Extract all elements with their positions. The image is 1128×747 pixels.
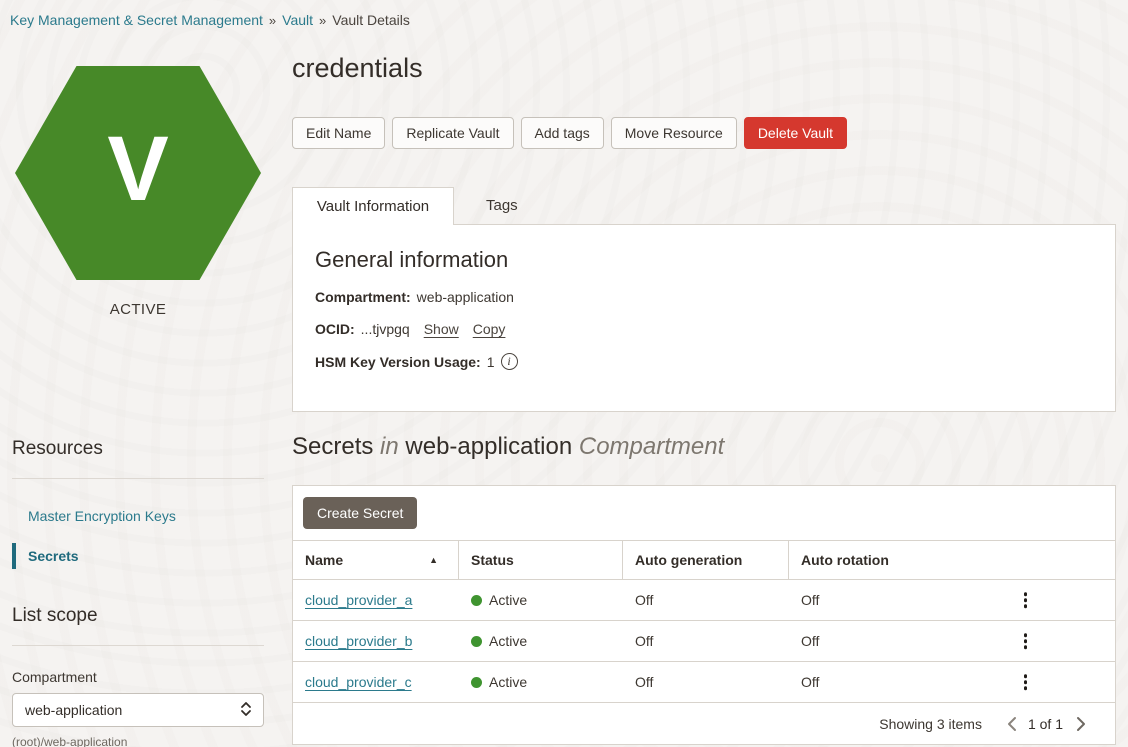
- move-resource-button[interactable]: Move Resource: [611, 117, 737, 149]
- status-active-dot-icon: [471, 595, 482, 606]
- info-icon[interactable]: i: [501, 353, 518, 370]
- status-text: Active: [489, 592, 527, 608]
- ocid-show-link[interactable]: Show: [424, 321, 459, 337]
- table-row: cloud_provider_c Active Off Off: [293, 662, 1115, 703]
- column-header-auto-rotation: Auto rotation: [789, 541, 1115, 579]
- delete-vault-button[interactable]: Delete Vault: [744, 117, 847, 149]
- secret-name-link[interactable]: cloud_provider_b: [305, 633, 412, 649]
- create-secret-button[interactable]: Create Secret: [303, 497, 417, 529]
- auto-rotation-value: Off: [789, 633, 1115, 649]
- breadcrumb-separator: »: [319, 13, 326, 28]
- divider: [12, 645, 264, 646]
- select-updown-chevron-icon: [239, 701, 253, 720]
- tab-bar: Vault Information Tags: [292, 187, 1116, 225]
- status-text: Active: [489, 633, 527, 649]
- compartment-field-label: Compartment:: [315, 289, 411, 305]
- pagination-bar: Showing 3 items 1 of 1: [293, 703, 1115, 744]
- vault-information-panel: General information Compartment: web-app…: [292, 224, 1116, 412]
- divider: [12, 478, 264, 479]
- breadcrumb: Key Management & Secret Management » Vault…: [0, 0, 1128, 36]
- tab-tags[interactable]: Tags: [454, 187, 550, 225]
- table-header-row: Name ▲ Status Auto generation Auto rotat…: [293, 540, 1115, 580]
- status-active-dot-icon: [471, 677, 482, 688]
- auto-generation-value: Off: [623, 592, 789, 608]
- tab-vault-information[interactable]: Vault Information: [292, 187, 454, 225]
- hsm-usage-field-label: HSM Key Version Usage:: [315, 354, 481, 370]
- secrets-heading-compartment-name: web-application: [405, 433, 572, 460]
- vault-hexagon-icon: V: [15, 66, 261, 280]
- hsm-usage-field-value: 1: [487, 354, 495, 370]
- auto-generation-value: Off: [623, 674, 789, 690]
- breadcrumb-separator: »: [269, 13, 276, 28]
- replicate-vault-button[interactable]: Replicate Vault: [392, 117, 513, 149]
- breadcrumb-link-key-management[interactable]: Key Management & Secret Management: [10, 12, 263, 28]
- ocid-copy-link[interactable]: Copy: [473, 321, 506, 337]
- resources-heading: Resources: [12, 438, 292, 460]
- status-active-dot-icon: [471, 636, 482, 647]
- edit-name-button[interactable]: Edit Name: [292, 117, 385, 149]
- column-header-name[interactable]: Name ▲: [293, 541, 459, 579]
- breadcrumb-current-page: Vault Details: [332, 12, 410, 28]
- row-actions-kebab-icon[interactable]: [1018, 588, 1034, 612]
- column-header-name-label: Name: [305, 552, 343, 568]
- table-row: cloud_provider_a Active Off Off: [293, 580, 1115, 621]
- list-scope-heading: List scope: [12, 605, 292, 627]
- auto-rotation-value: Off: [789, 592, 1115, 608]
- sort-ascending-icon: ▲: [429, 555, 446, 565]
- breadcrumb-link-vault[interactable]: Vault: [282, 12, 313, 28]
- pagination-previous-icon[interactable]: [1004, 714, 1020, 734]
- pagination-page-label: 1 of 1: [1028, 716, 1063, 732]
- action-buttons-row: Edit Name Replicate Vault Add tags Move …: [292, 117, 1116, 149]
- add-tags-button[interactable]: Add tags: [521, 117, 604, 149]
- compartment-label: Compartment: [12, 669, 292, 685]
- row-actions-kebab-icon[interactable]: [1018, 670, 1034, 694]
- page-title: credentials: [292, 53, 1116, 84]
- pagination-next-icon[interactable]: [1073, 714, 1089, 734]
- row-actions-kebab-icon[interactable]: [1018, 629, 1034, 653]
- main-content: credentials Edit Name Replicate Vault Ad…: [292, 36, 1128, 747]
- table-row: cloud_provider_b Active Off Off: [293, 621, 1115, 662]
- column-header-auto-generation: Auto generation: [623, 541, 789, 579]
- sidebar-item-secrets[interactable]: Secrets: [12, 543, 292, 569]
- secrets-heading-compartment-word: Compartment: [579, 433, 724, 460]
- status-text: Active: [489, 674, 527, 690]
- vault-initial-letter: V: [107, 123, 168, 223]
- secrets-section-heading: Secrets in web-application Compartment: [292, 433, 1116, 461]
- secrets-heading-in: in: [380, 433, 399, 460]
- column-header-status: Status: [459, 541, 623, 579]
- auto-rotation-value: Off: [789, 674, 1115, 690]
- compartment-field-value: web-application: [417, 289, 514, 305]
- compartment-select-value: web-application: [25, 702, 122, 718]
- compartment-path: (root)/web-application: [12, 735, 292, 747]
- ocid-field-value: ...tjvpgq: [361, 321, 410, 337]
- secrets-heading-word: Secrets: [292, 433, 373, 460]
- secrets-table-card: Create Secret Name ▲ Status Auto generat…: [292, 485, 1116, 745]
- secret-name-link[interactable]: cloud_provider_c: [305, 674, 412, 690]
- general-information-heading: General information: [315, 247, 1093, 273]
- sidebar-item-master-encryption-keys[interactable]: Master Encryption Keys: [12, 503, 292, 529]
- vault-status-label: ACTIVE: [12, 301, 264, 318]
- pagination-summary: Showing 3 items: [879, 716, 982, 732]
- ocid-field-label: OCID:: [315, 321, 355, 337]
- compartment-select[interactable]: web-application: [12, 693, 264, 727]
- left-sidebar: V ACTIVE Resources Master Encryption Key…: [0, 36, 292, 747]
- secret-name-link[interactable]: cloud_provider_a: [305, 592, 412, 608]
- auto-generation-value: Off: [623, 633, 789, 649]
